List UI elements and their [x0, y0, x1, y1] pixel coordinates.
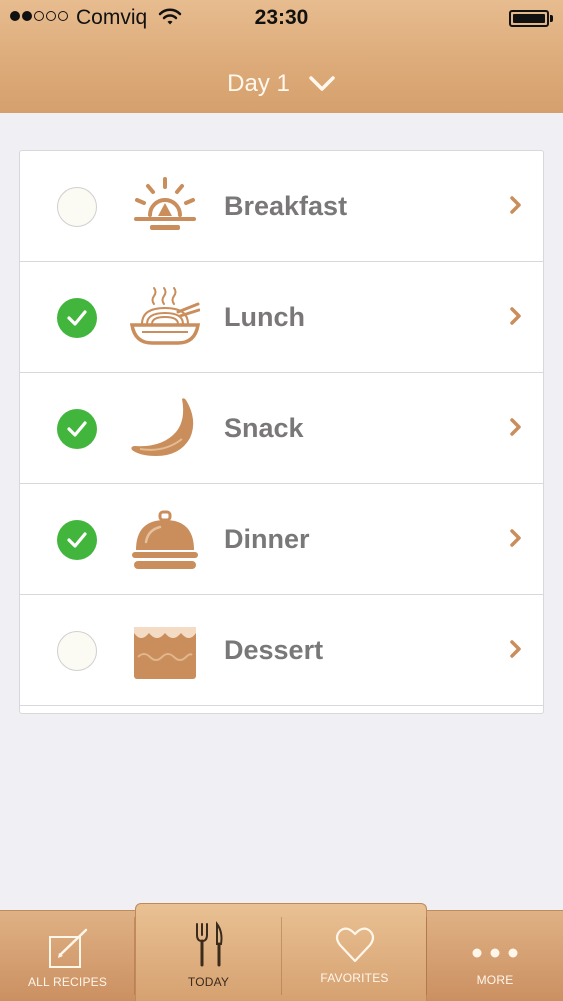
tab-label: MORE: [476, 973, 514, 987]
tab-label: TODAY: [187, 975, 230, 989]
chevron-right-icon: [510, 418, 521, 436]
edit-icon: [48, 928, 87, 968]
battery-icon: [509, 10, 549, 27]
tab-bar: ALL RECIPES TODAY FAVORITES MORE: [0, 903, 563, 1001]
meal-row-snack[interactable]: Snack: [20, 373, 543, 484]
meal-checkbox-checked[interactable]: [57, 409, 97, 449]
chevron-right-icon: [510, 529, 521, 547]
checkmark-icon: [67, 421, 87, 437]
chevron-right-icon: [510, 640, 521, 658]
checkmark-icon: [67, 532, 87, 548]
meal-checkbox[interactable]: [57, 631, 97, 671]
heart-icon: [335, 927, 374, 963]
tab-more[interactable]: MORE: [427, 911, 563, 1001]
tab-favorites[interactable]: FAVORITES: [282, 911, 427, 1001]
day-title: Day 1: [227, 70, 290, 97]
tab-today[interactable]: TODAY: [135, 911, 282, 1001]
sunrise-icon: [134, 177, 196, 230]
chevron-right-icon: [510, 196, 521, 214]
chevron-right-icon: [510, 307, 521, 325]
meal-label: Snack: [224, 413, 304, 443]
meal-checkbox-checked[interactable]: [57, 520, 97, 560]
meal-row-dessert[interactable]: Dessert: [20, 595, 543, 706]
more-dots-icon: [472, 948, 518, 958]
tab-all-recipes[interactable]: ALL RECIPES: [0, 911, 135, 1001]
meal-row-breakfast[interactable]: Breakfast: [20, 151, 543, 262]
day-selector[interactable]: Day 1: [0, 64, 563, 104]
tab-label: ALL RECIPES: [27, 975, 108, 989]
meal-list: Breakfast Lunch Snack Dinner Dessert: [19, 150, 544, 714]
meal-checkbox-checked[interactable]: [57, 298, 97, 338]
meal-row-dinner[interactable]: Dinner: [20, 484, 543, 595]
cake-icon: [134, 627, 196, 679]
cloche-icon: [132, 510, 198, 569]
meal-label: Breakfast: [224, 191, 348, 221]
status-time: 23:30: [254, 6, 309, 29]
meal-label: Lunch: [224, 302, 305, 332]
banana-icon: [131, 398, 194, 456]
meal-checkbox[interactable]: [57, 187, 97, 227]
chevron-down-icon: [309, 76, 335, 91]
meal-label: Dessert: [224, 635, 324, 665]
meal-label: Dinner: [224, 524, 310, 554]
meal-row-lunch[interactable]: Lunch: [20, 262, 543, 373]
fork-knife-icon: [195, 921, 222, 967]
checkmark-icon: [67, 310, 87, 326]
status-bar: Comviq 23:30: [0, 0, 563, 38]
tab-label: FAVORITES: [320, 971, 389, 985]
noodle-bowl-icon: [130, 287, 200, 345]
top-bar: Comviq 23:30 Day 1: [0, 0, 563, 113]
